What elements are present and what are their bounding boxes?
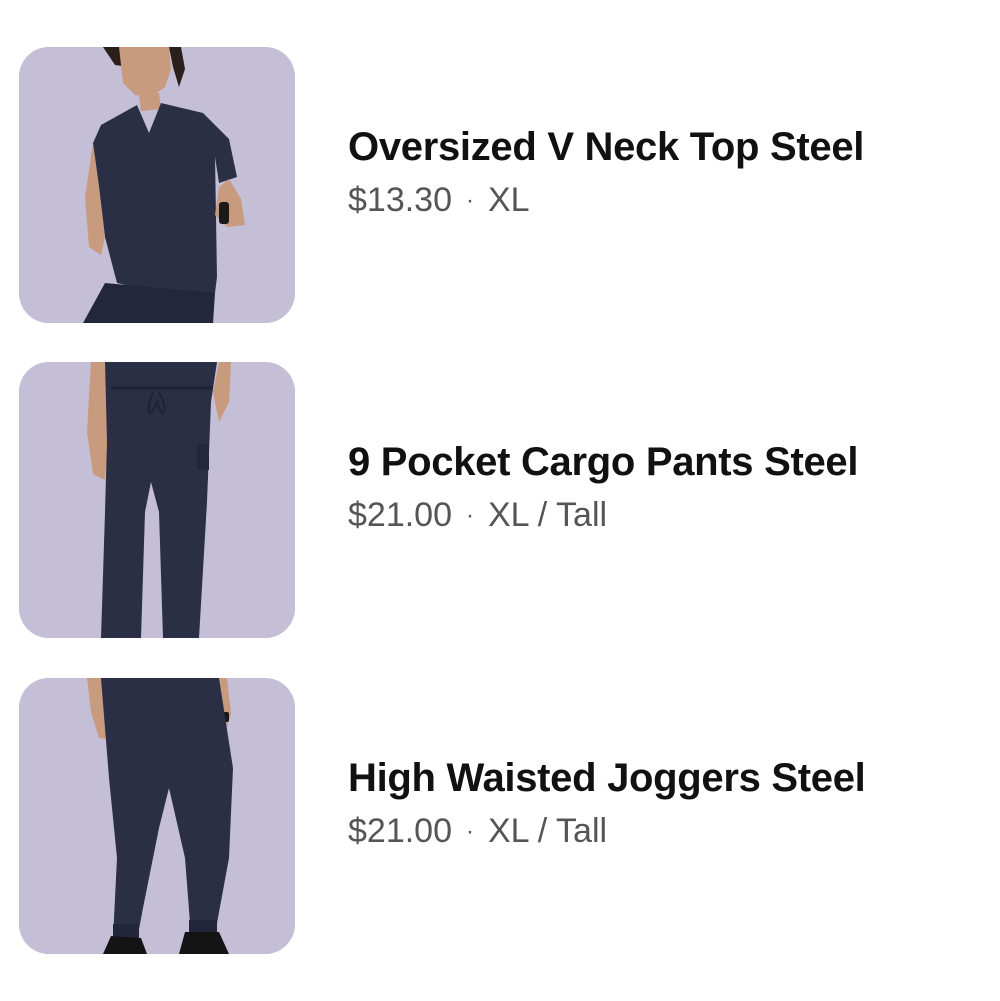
- cart-item[interactable]: 9 Pocket Cargo Pants Steel $21.00 · XL / T…: [0, 362, 1000, 638]
- product-price: $13.30: [348, 181, 452, 219]
- product-variant: XL / Tall: [488, 812, 608, 850]
- product-image[interactable]: [19, 47, 295, 323]
- product-meta: $21.00 · XL / Tall: [348, 811, 988, 855]
- separator-dot: ·: [466, 187, 474, 214]
- product-info: Oversized V Neck Top Steel $13.30 · XL: [348, 123, 988, 224]
- cart-item-list: Oversized V Neck Top Steel $13.30 · XL 9…: [0, 0, 1000, 1001]
- product-image[interactable]: [19, 678, 295, 954]
- product-title[interactable]: Oversized V Neck Top Steel: [348, 123, 988, 171]
- product-meta: $13.30 · XL: [348, 180, 988, 224]
- product-title[interactable]: 9 Pocket Cargo Pants Steel: [348, 438, 988, 486]
- cart-item[interactable]: High Waisted Joggers Steel $21.00 · XL / T…: [0, 678, 1000, 954]
- product-variant: XL: [488, 181, 530, 219]
- product-variant: XL / Tall: [488, 496, 608, 534]
- product-info: 9 Pocket Cargo Pants Steel $21.00 · XL / T…: [348, 438, 988, 539]
- product-meta: $21.00 · XL / Tall: [348, 495, 988, 539]
- cart-item[interactable]: Oversized V Neck Top Steel $13.30 · XL: [0, 47, 1000, 323]
- product-price: $21.00: [348, 496, 452, 534]
- product-image[interactable]: [19, 362, 295, 638]
- product-price: $21.00: [348, 812, 452, 850]
- product-title[interactable]: High Waisted Joggers Steel: [348, 754, 988, 802]
- product-info: High Waisted Joggers Steel $21.00 · XL / T…: [348, 754, 988, 855]
- separator-dot: ·: [466, 818, 474, 845]
- separator-dot: ·: [466, 502, 474, 529]
